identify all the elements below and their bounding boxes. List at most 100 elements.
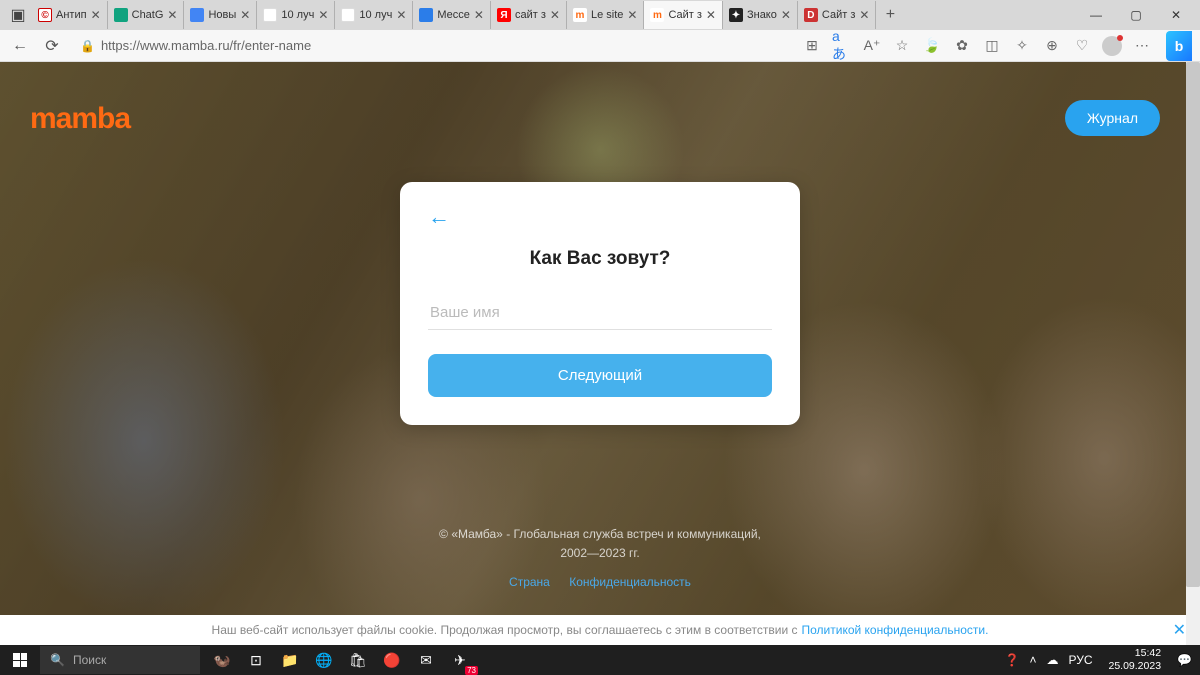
split-icon[interactable]: ◫ xyxy=(982,36,1002,56)
task-yandex-icon[interactable]: 🔴 xyxy=(376,645,408,675)
tab-favicon: m xyxy=(650,8,664,22)
url-box[interactable]: 🔒 https://www.mamba.ru/fr/enter-name xyxy=(72,34,794,58)
tab-close-icon[interactable]: ✕ xyxy=(318,8,328,22)
translate-icon[interactable]: aあ xyxy=(832,36,852,56)
tab-title: ChatG xyxy=(132,9,164,21)
footer-links: Страна Конфиденциальность xyxy=(0,575,1200,589)
tray-chevron-icon[interactable]: ˄ xyxy=(1029,653,1036,667)
scrollbar-thumb[interactable] xyxy=(1186,62,1200,587)
browser-tab-strip: ▣ ©Антип✕ChatG✕Новы✕Я10 луч✕✈10 луч✕Месс… xyxy=(0,0,1200,30)
tab-close-icon[interactable]: ✕ xyxy=(550,8,560,22)
extension-icon[interactable]: ✿ xyxy=(952,36,972,56)
tab-favicon: m xyxy=(573,8,587,22)
tab-favicon: ✈ xyxy=(341,8,355,22)
tab-close-icon[interactable]: ✕ xyxy=(240,8,250,22)
tab-close-icon[interactable]: ✕ xyxy=(781,8,791,22)
tab-title: Антип xyxy=(56,9,87,21)
task-mail-icon[interactable]: ✉ xyxy=(410,645,442,675)
cookie-bar: Наш веб-сайт использует файлы cookie. Пр… xyxy=(0,615,1200,645)
footer-privacy-link[interactable]: Конфиденциальность xyxy=(569,575,691,589)
cookie-close-icon[interactable]: ✕ xyxy=(1173,620,1186,640)
task-explorer-icon[interactable]: 📁 xyxy=(274,645,306,675)
new-tab-button[interactable]: + xyxy=(876,6,904,24)
taskbar-pinned: 🦦 ⊡ 📁 🌐 🛍 🔴 ✉ ✈ xyxy=(206,645,476,675)
maximize-button[interactable]: ▢ xyxy=(1116,0,1156,30)
ext-leaf-icon[interactable]: 🍃 xyxy=(922,36,942,56)
tray-clock[interactable]: 15:42 25.09.2023 xyxy=(1102,647,1167,672)
footer-line1: © «Мамба» - Глобальная служба встреч и к… xyxy=(0,525,1200,544)
tab-close-icon[interactable]: ✕ xyxy=(627,8,637,22)
browser-tab[interactable]: mСайт з✕ xyxy=(644,1,723,29)
read-aloud-icon[interactable]: A⁺ xyxy=(862,36,882,56)
panel-icon[interactable]: ▣ xyxy=(4,1,32,29)
vertical-scrollbar[interactable] xyxy=(1186,62,1200,645)
favorite-icon[interactable]: ☆ xyxy=(892,36,912,56)
page-content: mamba Журнал ← Как Вас зовут? Следующий … xyxy=(0,62,1200,645)
windows-taskbar: 🔍 Поиск 🦦 ⊡ 📁 🌐 🛍 🔴 ✉ ✈ ❓ ˄ ☁ РУС 15:42 … xyxy=(0,645,1200,675)
card-back-arrow-icon[interactable]: ← xyxy=(428,204,450,230)
browser-tab[interactable]: Ясайт з✕ xyxy=(491,1,567,29)
tab-favicon xyxy=(190,8,204,22)
site-logo[interactable]: mamba xyxy=(30,102,130,136)
start-button[interactable] xyxy=(0,645,40,675)
tab-favicon: ✦ xyxy=(729,8,743,22)
browser-tab[interactable]: DСайт з✕ xyxy=(798,1,877,29)
browser-tab[interactable]: mLe site✕ xyxy=(567,1,644,29)
task-edge-icon[interactable]: 🌐 xyxy=(308,645,340,675)
tab-close-icon[interactable]: ✕ xyxy=(396,8,406,22)
browser-tab[interactable]: ✈ 10 луч ✕ xyxy=(335,1,413,29)
window-controls: ― ▢ ✕ xyxy=(1076,0,1196,30)
name-entry-card: ← Как Вас зовут? Следующий xyxy=(400,182,800,425)
tab-title: 10 луч xyxy=(281,9,314,21)
tray-notifications-icon[interactable]: 💬 xyxy=(1177,653,1192,667)
performance-icon[interactable]: ♡ xyxy=(1072,36,1092,56)
taskbar-search[interactable]: 🔍 Поиск xyxy=(40,646,200,674)
journal-button[interactable]: Журнал xyxy=(1065,100,1160,136)
tray-date: 25.09.2023 xyxy=(1108,660,1161,673)
tab-favicon: Я xyxy=(263,8,277,22)
browser-tab[interactable]: ChatG✕ xyxy=(108,1,185,29)
name-input[interactable] xyxy=(428,296,772,330)
lock-icon: 🔒 xyxy=(80,39,95,53)
tray-language[interactable]: РУС xyxy=(1068,653,1092,667)
collections-icon[interactable]: ⊕ xyxy=(1042,36,1062,56)
tab-title: 10 луч xyxy=(359,9,392,21)
browser-tab[interactable]: ✦Знако✕ xyxy=(723,1,798,29)
tab-close-icon[interactable]: ✕ xyxy=(859,8,869,22)
minimize-button[interactable]: ― xyxy=(1076,0,1116,30)
tab-favicon: © xyxy=(38,8,52,22)
apps-icon[interactable]: ⊞ xyxy=(802,36,822,56)
tab-title: Мессе xyxy=(437,9,470,21)
cookie-text: Наш веб-сайт использует файлы cookie. Пр… xyxy=(212,623,798,637)
close-window-button[interactable]: ✕ xyxy=(1156,0,1196,30)
favorites-bar-icon[interactable]: ✧ xyxy=(1012,36,1032,56)
back-button[interactable]: ← xyxy=(8,34,32,58)
browser-tab[interactable]: Мессе ✕ xyxy=(413,1,491,29)
task-view-icon[interactable]: ⊡ xyxy=(240,645,272,675)
address-bar: ← ⟳ 🔒 https://www.mamba.ru/fr/enter-name… xyxy=(0,30,1200,62)
tray-help-icon[interactable]: ❓ xyxy=(1004,653,1019,667)
task-otter-icon[interactable]: 🦦 xyxy=(206,645,238,675)
browser-tab[interactable]: Новы✕ xyxy=(184,1,257,29)
tab-close-icon[interactable]: ✕ xyxy=(706,8,716,22)
cookie-policy-link[interactable]: Политикой конфиденциальности. xyxy=(802,623,989,637)
footer-line2: 2002—2023 гг. xyxy=(0,544,1200,563)
task-telegram-icon[interactable]: ✈ xyxy=(444,645,476,675)
tab-title: сайт з xyxy=(515,9,546,21)
task-store-icon[interactable]: 🛍 xyxy=(342,645,374,675)
profile-avatar[interactable] xyxy=(1102,36,1122,56)
tray-onedrive-icon[interactable]: ☁ xyxy=(1046,653,1058,667)
browser-tab[interactable]: © Антип ✕ xyxy=(32,1,108,29)
browser-tab[interactable]: Я 10 луч ✕ xyxy=(257,1,335,29)
system-tray: ❓ ˄ ☁ РУС 15:42 25.09.2023 💬 xyxy=(1004,647,1200,672)
footer-copyright: © «Мамба» - Глобальная служба встреч и к… xyxy=(0,525,1200,563)
tab-favicon: D xyxy=(804,8,818,22)
footer-country-link[interactable]: Страна xyxy=(509,575,550,589)
tab-close-icon[interactable]: ✕ xyxy=(474,8,484,22)
tab-close-icon[interactable]: ✕ xyxy=(91,8,101,22)
tab-close-icon[interactable]: ✕ xyxy=(167,8,177,22)
bing-sidebar-button[interactable]: b xyxy=(1166,31,1192,61)
next-button[interactable]: Следующий xyxy=(428,354,772,397)
refresh-button[interactable]: ⟳ xyxy=(40,34,64,58)
more-icon[interactable]: ⋯ xyxy=(1132,36,1152,56)
